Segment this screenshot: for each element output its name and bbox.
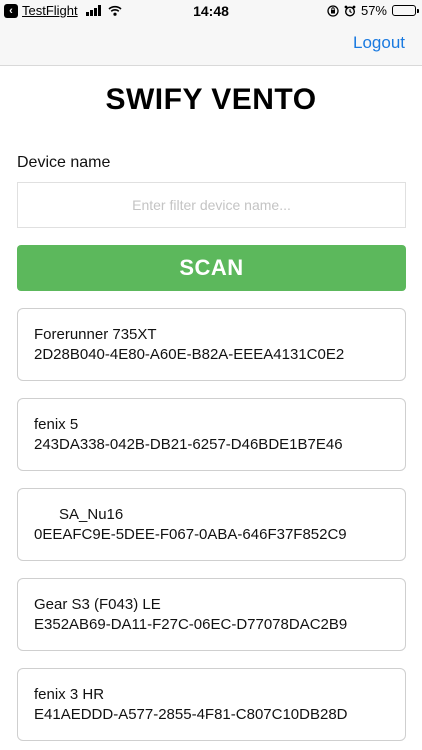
device-name: Gear S3 (F043) LE [34, 596, 161, 613]
navigation-bar: Logout [0, 22, 422, 66]
device-name: SA_Nu16 [34, 506, 124, 523]
device-name: fenix 5 [34, 416, 79, 433]
orientation-lock-icon [327, 4, 339, 17]
device-identifier: 243DA338-042B-DB21-6257-D46BDE1B7E46 [34, 436, 343, 453]
device-name-label: Device name [17, 154, 111, 171]
device-identifier: E352AB69-DA11-F27C-06EC-D77078DAC2B9 [34, 616, 348, 633]
device-list-item[interactable]: fenix 5 243DA338-042B-DB21-6257-D46BDE1B… [17, 398, 406, 471]
device-identifier: 0EEAFC9E-5DEE-F067-0ABA-646F37F852C9 [34, 526, 347, 543]
device-filter-input[interactable] [17, 182, 406, 228]
battery-icon [392, 5, 419, 16]
device-name: Forerunner 735XT [34, 326, 157, 343]
device-list-item[interactable]: SA_Nu16 0EEAFC9E-5DEE-F067-0ABA-646F37F8… [17, 488, 406, 561]
battery-percent: 57% [360, 3, 387, 18]
logout-button[interactable]: Logout [353, 33, 405, 53]
alarm-icon [344, 5, 356, 17]
scan-button[interactable]: SCAN [17, 245, 406, 291]
device-name: fenix 3 HR [34, 686, 105, 703]
device-list-item[interactable]: fenix 3 HR E41AEDDD-A577-2855-4F81-C807C… [17, 668, 406, 741]
device-list-item[interactable]: Gear S3 (F043) LE E352AB69-DA11-F27C-06E… [17, 578, 406, 651]
status-bar-right: 57% [327, 3, 419, 18]
device-identifier: 2D28B040-4E80-A60E-B82A-EEEA4131C0E2 [34, 346, 345, 363]
device-identifier: E41AEDDD-A577-2855-4F81-C807C10DB28D [34, 706, 348, 723]
app-title: SWIFY VENTO [105, 83, 317, 116]
device-list: Forerunner 735XT 2D28B040-4E80-A60E-B82A… [17, 308, 406, 750]
status-bar: ‹ TestFlight 14:48 57% [0, 0, 422, 22]
device-list-item[interactable]: Forerunner 735XT 2D28B040-4E80-A60E-B82A… [17, 308, 406, 381]
